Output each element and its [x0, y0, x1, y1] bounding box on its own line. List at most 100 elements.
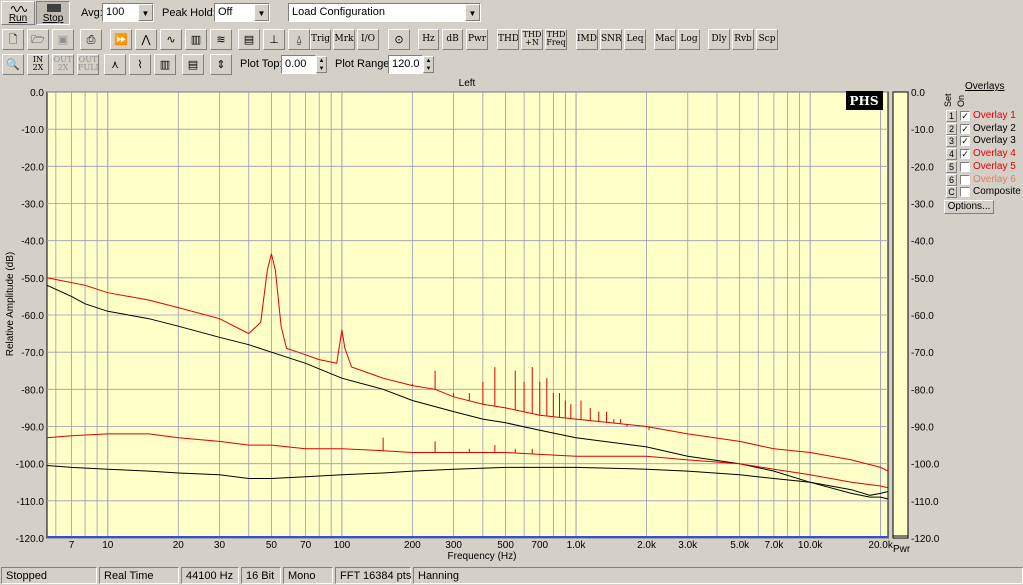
- bars-icon[interactable]: ▥: [185, 29, 207, 50]
- y-tick-label: -110.0: [16, 497, 44, 508]
- y-tick-label: -40.0: [21, 237, 44, 248]
- thd-button[interactable]: THD: [497, 29, 519, 50]
- status-bits: 16 Bit: [241, 567, 281, 584]
- panel-icon[interactable]: ▤: [238, 29, 260, 50]
- y-tick-label: -20.0: [21, 162, 44, 173]
- y-tick-label: -50.0: [21, 274, 44, 285]
- overlay-set-button[interactable]: 6: [946, 173, 957, 186]
- zoom-icon[interactable]: 🔍: [2, 54, 24, 75]
- thd-n-button[interactable]: THD +N: [521, 29, 543, 50]
- area-view-icon[interactable]: ⌇: [129, 54, 151, 75]
- x-tick-label: 7: [69, 540, 75, 551]
- overlay-checkbox[interactable]: ✓: [960, 123, 970, 134]
- on-column-label: On: [956, 94, 966, 107]
- options-button[interactable]: Options...: [944, 200, 994, 214]
- sine-wave-icon: [11, 6, 27, 12]
- x-tick-label: 300: [445, 540, 462, 551]
- x-tick-label: 2.0k: [637, 540, 657, 551]
- y-tick-label-right: -60.0: [911, 311, 934, 322]
- snr-button[interactable]: SNR: [600, 29, 622, 50]
- x-tick-label: 10.0k: [798, 540, 823, 551]
- log-button[interactable]: Log: [678, 29, 700, 50]
- overlay-set-button[interactable]: 5: [946, 160, 957, 173]
- status-rate: 44100 Hz: [181, 567, 239, 584]
- x-tick-label: 70: [300, 540, 312, 551]
- spin-arrows-icon[interactable]: ▲ ▼: [423, 56, 434, 73]
- zoom-out-2x-button[interactable]: OUT 2X: [52, 54, 74, 75]
- overlay-set-button[interactable]: C: [946, 186, 957, 199]
- x-tick-label: 20.0k: [868, 540, 893, 551]
- chevron-down-icon[interactable]: ▼: [254, 4, 269, 21]
- trig-button[interactable]: Trig: [310, 29, 331, 50]
- waveform-icon[interactable]: ∿: [160, 29, 182, 50]
- plot-range-input[interactable]: 120.0 ▲ ▼: [388, 55, 434, 74]
- mrk-button[interactable]: Mrk: [333, 29, 355, 50]
- overlay-checkbox[interactable]: [960, 187, 970, 198]
- run-button[interactable]: Run: [1, 1, 35, 25]
- avg-select[interactable]: 100 ▼: [102, 3, 154, 22]
- x-tick-label: 500: [497, 540, 514, 551]
- config-select[interactable]: Load Configuration ▼: [288, 3, 481, 22]
- overlay-set-button[interactable]: 2: [946, 122, 957, 135]
- chevron-down-icon[interactable]: ▼: [138, 4, 153, 21]
- overlay-checkbox[interactable]: ✓: [960, 111, 970, 121]
- pwr-button[interactable]: Pwr: [466, 29, 488, 50]
- config-value: Load Configuration: [292, 6, 385, 18]
- x-tick-label: 7.0k: [764, 540, 784, 551]
- scp-button[interactable]: Scp: [756, 29, 778, 50]
- y-tick-label: -90.0: [21, 423, 44, 434]
- settings-panel-icon[interactable]: ▤: [182, 54, 204, 75]
- imd-button[interactable]: IMD: [576, 29, 598, 50]
- range-icon[interactable]: ⇕: [210, 54, 232, 75]
- chevron-down-icon[interactable]: ▼: [465, 4, 480, 21]
- open-folder-icon[interactable]: 🗁: [27, 29, 49, 50]
- bar-view-icon[interactable]: ▥: [154, 54, 176, 75]
- y-tick-label-right: -10.0: [911, 125, 934, 136]
- new-file-icon[interactable]: 🗋: [2, 29, 24, 50]
- zoom-out-full-button[interactable]: OUT FULL: [77, 54, 99, 75]
- x-tick-label: 10: [102, 540, 114, 551]
- io-button[interactable]: I/O: [357, 29, 379, 50]
- thd-freq-button[interactable]: THD Freq: [545, 29, 567, 50]
- overlay-label: Overlay 2: [973, 122, 1016, 134]
- spectrum-peak-icon[interactable]: ⊥: [263, 29, 285, 50]
- save-icon[interactable]: ▣: [52, 29, 74, 50]
- status-mode: Real Time: [99, 567, 179, 584]
- bell-icon[interactable]: ⍙: [288, 29, 310, 50]
- zoom-in-2x-button[interactable]: IN 2X: [27, 54, 49, 75]
- overlay-label: Overlay 5: [973, 160, 1016, 172]
- mac-button[interactable]: Mac: [654, 29, 676, 50]
- spin-arrows-icon[interactable]: ▲ ▼: [316, 56, 327, 73]
- peak-hold-select[interactable]: Off ▼: [214, 3, 270, 22]
- channel-title: Left: [459, 78, 476, 89]
- overlay-checkbox[interactable]: ✓: [960, 136, 970, 147]
- overlays-title: Overlays: [965, 81, 1005, 92]
- db-button[interactable]: dB: [442, 29, 463, 50]
- x-tick-label: 1.0k: [567, 540, 587, 551]
- phs-logo-text: PHS: [849, 94, 878, 108]
- peak-hold-label: Peak Hold:: [162, 7, 216, 19]
- leq-button[interactable]: Leq: [624, 29, 646, 50]
- plot-top-input[interactable]: 0.00 ▲ ▼: [281, 55, 327, 74]
- line-view-icon[interactable]: ⋏: [104, 54, 126, 75]
- spectrum-icon[interactable]: ⋀: [135, 29, 157, 50]
- y-tick-label: -70.0: [21, 348, 44, 359]
- print-icon[interactable]: ⎙: [80, 29, 102, 50]
- overlay-set-button[interactable]: 3: [946, 135, 957, 148]
- fast-forward-icon[interactable]: ⏩: [110, 29, 132, 50]
- rvb-button[interactable]: Rvb: [732, 29, 754, 50]
- dly-button[interactable]: Dly: [708, 29, 730, 50]
- y-tick-label: -30.0: [21, 200, 44, 211]
- overlay-checkbox[interactable]: [960, 174, 970, 185]
- sine-generator-icon[interactable]: ⊙: [388, 29, 410, 50]
- overlay-checkbox[interactable]: ✓: [960, 149, 970, 160]
- hz-button[interactable]: Hz: [418, 29, 439, 50]
- x-tick-label: 5.0k: [730, 540, 750, 551]
- spectrum-chart[interactable]: 0.0 0.0 -10.0 -10.0 -20.0 -20.0 -30.0 -30.0 -40.…: [0, 77, 1023, 565]
- set-column-label: Set: [943, 93, 953, 107]
- stop-button[interactable]: Stop: [36, 1, 70, 25]
- overlay-set-button[interactable]: 1: [946, 110, 957, 122]
- waterfall-icon[interactable]: ≋: [210, 29, 232, 50]
- overlay-set-button[interactable]: 4: [946, 148, 957, 161]
- overlay-checkbox[interactable]: [960, 161, 970, 172]
